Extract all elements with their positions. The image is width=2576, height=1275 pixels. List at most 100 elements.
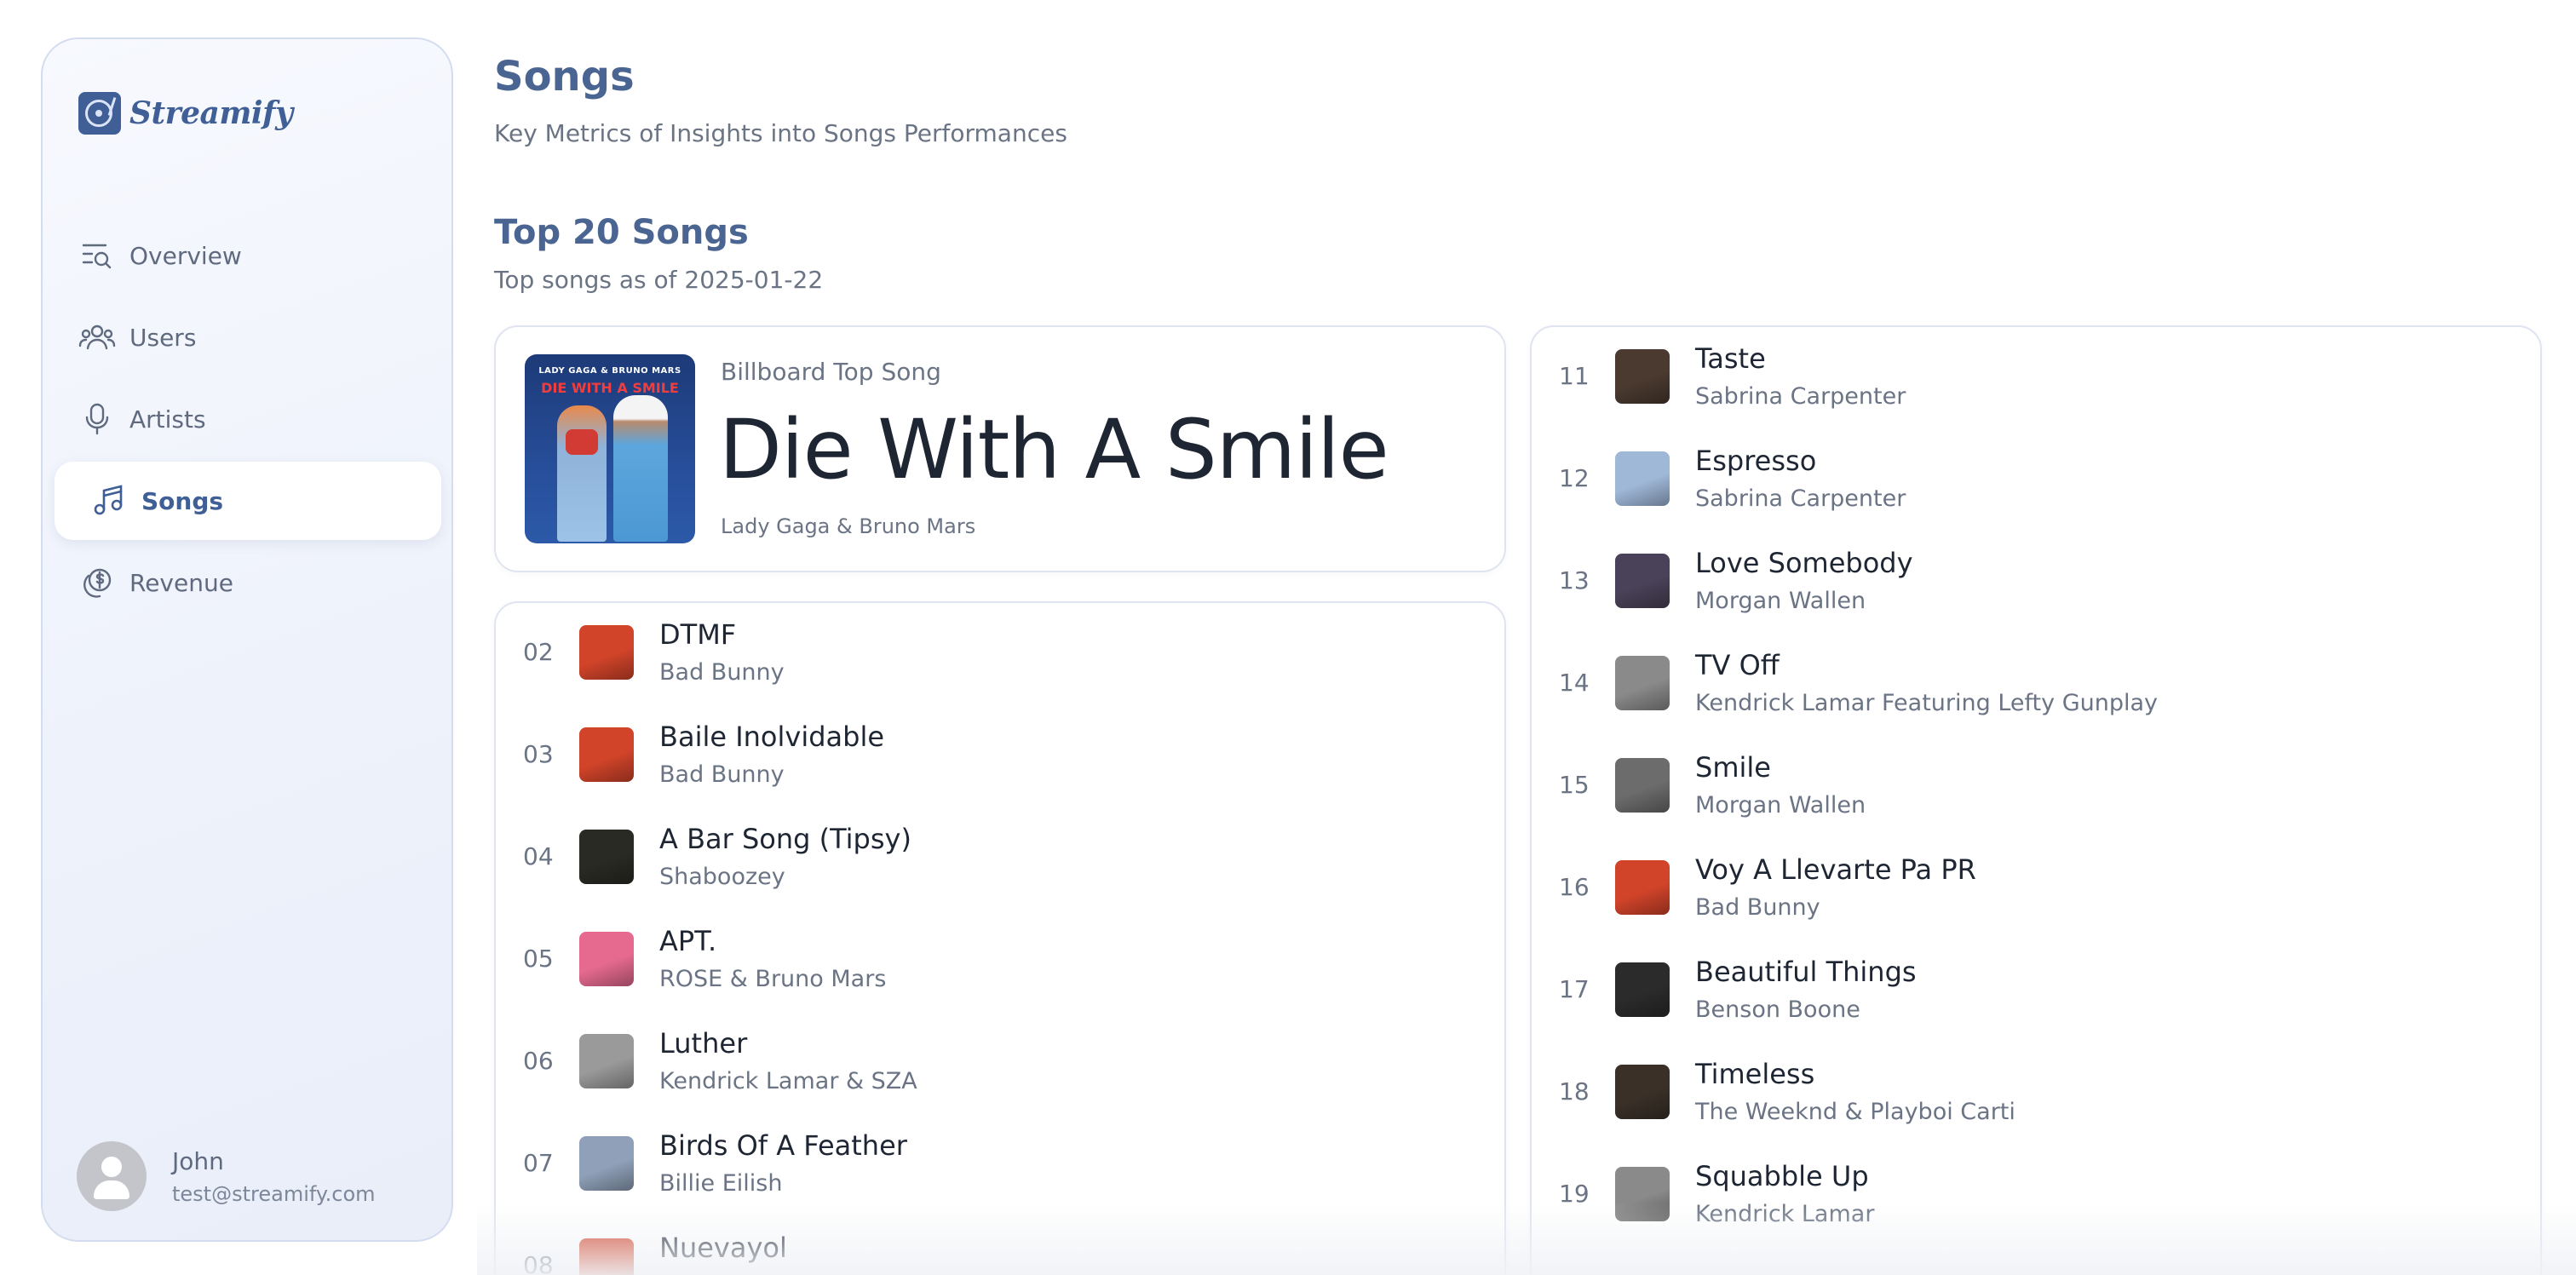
overview-icon <box>78 237 116 274</box>
user-email: test@streamify.com <box>172 1181 376 1206</box>
song-rank: 12 <box>1559 464 1590 492</box>
song-title: Espresso <box>1695 445 1817 477</box>
song-artist: Shaboozey <box>659 864 785 890</box>
song-rank: 05 <box>523 945 554 973</box>
song-artist: ROSE & Bruno Mars <box>659 966 887 992</box>
song-rank: 14 <box>1559 669 1590 697</box>
song-title: Squabble Up <box>1695 1160 1869 1192</box>
user-name: John <box>172 1146 224 1175</box>
album-cover <box>579 1136 634 1191</box>
sidebar-item-revenue[interactable]: Revenue <box>55 543 441 622</box>
album-cover <box>579 1034 634 1088</box>
song-title: DTMF <box>659 618 737 651</box>
song-artist: Benson Boone <box>1695 996 1860 1023</box>
song-artist: Kendrick Lamar & SZA <box>659 1068 917 1094</box>
user-profile[interactable]: John test@streamify.com <box>77 1141 376 1211</box>
page-subtitle: Key Metrics of Insights into Songs Perfo… <box>494 119 1067 147</box>
microphone-icon <box>78 400 116 438</box>
top-song-artist: Lady Gaga & Bruno Mars <box>721 514 976 538</box>
sidebar-item-label: Revenue <box>129 568 233 597</box>
sidebar-item-songs[interactable]: Songs <box>55 462 441 540</box>
sidebar-item-label: Users <box>129 323 197 352</box>
top-song-label: Billboard Top Song <box>721 358 941 386</box>
album-cover <box>579 625 634 680</box>
song-list-left: 02 DTMF Bad Bunny 03 Baile Inolvidable Bad Bu… <box>494 601 1506 1275</box>
song-row[interactable]: 04 A Bar Song (Tipsy) Shaboozey <box>496 816 1504 898</box>
song-row[interactable]: 06 Luther Kendrick Lamar & SZA <box>496 1020 1504 1102</box>
cover-title-text: DIE WITH A SMILE <box>541 380 679 396</box>
song-row[interactable]: 07 Birds Of A Feather Billie Eilish <box>496 1123 1504 1204</box>
song-row[interactable]: 14 TV Off Kendrick Lamar Featuring Lefty G… <box>1532 642 2540 724</box>
album-cover <box>579 727 634 782</box>
song-row[interactable]: 19 Squabble Up Kendrick Lamar <box>1532 1153 2540 1235</box>
album-cover <box>1615 758 1670 813</box>
cover-artist-text: LADY GAGA & BRUNO MARS <box>538 366 681 376</box>
song-artist: Bad Bunny <box>659 761 785 788</box>
sidebar-item-overview[interactable]: Overview <box>55 216 441 295</box>
album-cover <box>1615 349 1670 404</box>
song-title: Smile <box>1695 751 1771 784</box>
song-row[interactable]: 02 DTMF Bad Bunny <box>496 612 1504 693</box>
song-row[interactable]: 05 APT. ROSE & Bruno Mars <box>496 918 1504 1000</box>
song-title: Nuevayol <box>659 1232 787 1264</box>
sidebar-item-users[interactable]: Users <box>55 298 441 376</box>
song-rank: 11 <box>1559 362 1590 390</box>
song-artist: Billie Eilish <box>659 1170 783 1197</box>
users-icon <box>78 319 116 356</box>
song-title: Voy A Llevarte Pa PR <box>1695 853 1976 886</box>
song-row[interactable]: 13 Love Somebody Morgan Wallen <box>1532 540 2540 622</box>
section-subtitle: Top songs as of 2025-01-22 <box>494 266 824 294</box>
song-rank: 04 <box>523 842 554 870</box>
song-row[interactable]: 16 Voy A Llevarte Pa PR Bad Bunny <box>1532 847 2540 928</box>
song-rank: 19 <box>1559 1180 1590 1208</box>
song-title: Birds Of A Feather <box>659 1129 907 1162</box>
song-title: Baile Inolvidable <box>659 721 885 753</box>
song-row[interactable]: 03 Baile Inolvidable Bad Bunny <box>496 714 1504 795</box>
album-cover <box>1615 1065 1670 1119</box>
song-title: A Bar Song (Tipsy) <box>659 823 911 855</box>
album-cover <box>579 830 634 884</box>
song-title: Timeless <box>1695 1058 1815 1090</box>
song-rank: 16 <box>1559 873 1590 901</box>
album-cover <box>1615 554 1670 608</box>
app-logo[interactable]: Streamify <box>78 92 293 135</box>
song-artist: Kendrick Lamar <box>1695 1201 1875 1227</box>
page-title: Songs <box>494 53 635 101</box>
album-cover <box>1615 1167 1670 1221</box>
song-list-right: 11 Taste Sabrina Carpenter 12 Espresso Sabrin… <box>1530 325 2542 1275</box>
song-artist: Morgan Wallen <box>1695 792 1866 818</box>
user-info: John test@streamify.com <box>172 1147 376 1206</box>
sidebar-nav: Overview Users Artists Songs Revenue <box>55 216 441 625</box>
top-song-cover: LADY GAGA & BRUNO MARS DIE WITH A SMILE <box>525 354 695 543</box>
song-rank: 18 <box>1559 1077 1590 1106</box>
song-title: TV Off <box>1695 649 1780 681</box>
song-row[interactable]: 18 Timeless The Weeknd & Playboi Carti <box>1532 1051 2540 1133</box>
song-rank: 02 <box>523 638 554 666</box>
song-title: APT. <box>659 925 717 957</box>
sidebar-item-label: Songs <box>141 486 224 515</box>
app-name: Streamify <box>129 95 293 131</box>
song-title: Love Somebody <box>1695 547 1913 579</box>
album-cover <box>579 932 634 986</box>
revenue-icon <box>78 564 116 601</box>
album-cover <box>1615 860 1670 915</box>
album-cover <box>579 1238 634 1275</box>
sidebar-item-artists[interactable]: Artists <box>55 380 441 458</box>
song-title: Beautiful Things <box>1695 956 1917 988</box>
section-title: Top 20 Songs <box>494 213 749 252</box>
song-artist: Kendrick Lamar Featuring Lefty Gunplay <box>1695 690 2159 716</box>
song-row[interactable]: 15 Smile Morgan Wallen <box>1532 744 2540 826</box>
top-song-card[interactable]: LADY GAGA & BRUNO MARS DIE WITH A SMILE … <box>494 325 1506 572</box>
avatar <box>77 1141 147 1211</box>
song-rank: 06 <box>523 1047 554 1075</box>
song-row[interactable]: 11 Taste Sabrina Carpenter <box>1532 336 2540 417</box>
album-cover <box>1615 451 1670 506</box>
song-artist: Bad Bunny <box>659 659 785 686</box>
song-row[interactable]: 17 Beautiful Things Benson Boone <box>1532 949 2540 1031</box>
song-row[interactable]: 12 Espresso Sabrina Carpenter <box>1532 438 2540 520</box>
album-cover <box>1615 656 1670 710</box>
song-title: Taste <box>1695 342 1766 375</box>
song-rank: 03 <box>523 740 554 768</box>
sidebar-item-label: Artists <box>129 405 206 434</box>
song-row[interactable]: 08NuevayolBad Bunny <box>496 1225 1504 1275</box>
